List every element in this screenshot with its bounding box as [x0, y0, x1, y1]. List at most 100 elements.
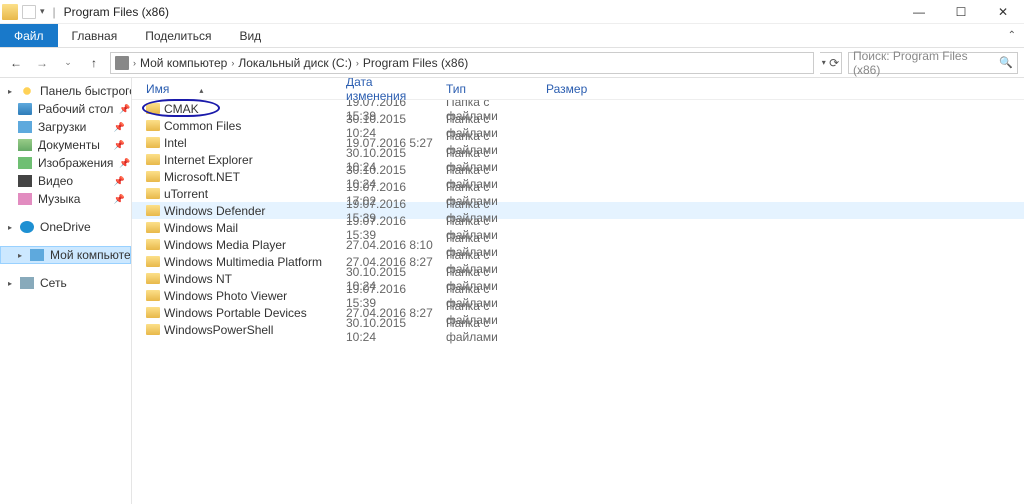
ribbon-tabs: Файл Главная Поделиться Вид ⌃ [0, 24, 1024, 48]
pin-icon: 📌 [114, 194, 125, 205]
search-placeholder: Поиск: Program Files (x86) [853, 49, 995, 77]
folder-icon [18, 139, 32, 151]
table-row[interactable]: Windows Media Player27.04.2016 8:10Папка… [132, 236, 1024, 253]
app-folder-icon [2, 4, 18, 20]
column-type[interactable]: Тип [440, 82, 540, 96]
forward-button[interactable]: → [32, 53, 52, 73]
tab-share[interactable]: Поделиться [131, 24, 225, 47]
file-name: WindowsPowerShell [164, 323, 273, 337]
table-row[interactable]: Windows Multimedia Platform27.04.2016 8:… [132, 253, 1024, 270]
sidebar-item-label: Музыка [38, 192, 80, 206]
column-name[interactable]: Имя▴ [140, 82, 340, 96]
search-input[interactable]: Поиск: Program Files (x86) 🔍 [848, 52, 1018, 74]
sidebar-item-label: Загрузки [38, 120, 86, 134]
table-row[interactable]: Common Files30.10.2015 10:24Папка с файл… [132, 117, 1024, 134]
back-button[interactable]: ← [6, 53, 26, 73]
folder-icon [18, 175, 32, 187]
file-name: Windows Media Player [164, 238, 286, 252]
breadcrumb[interactable]: › Мой компьютер › Локальный диск (C:) › … [110, 52, 814, 74]
table-row[interactable]: CMAK19.07.2016 15:39Папка с файлами [132, 100, 1024, 117]
sidebar-onedrive[interactable]: OneDrive [0, 218, 131, 236]
maximize-button[interactable]: ☐ [940, 0, 982, 24]
refresh-button[interactable]: ▾ ⟳ [820, 52, 842, 74]
table-row[interactable]: Internet Explorer30.10.2015 10:24Папка с… [132, 151, 1024, 168]
chevron-icon[interactable]: › [231, 58, 234, 68]
minimize-button[interactable]: — [898, 0, 940, 24]
history-dropdown[interactable]: ⌄ [58, 53, 78, 73]
file-list-pane: Имя▴ Дата изменения Тип Размер CMAK19.07… [132, 78, 1024, 504]
table-row[interactable]: Windows Photo Viewer19.07.2016 15:39Папк… [132, 287, 1024, 304]
chevron-icon[interactable]: › [133, 58, 136, 68]
search-icon[interactable]: 🔍 [999, 56, 1013, 69]
file-name: uTorrent [164, 187, 208, 201]
folder-icon [146, 154, 160, 165]
folder-icon [18, 193, 32, 205]
pin-icon: 📌 [114, 176, 125, 187]
sidebar-item-label: Изображения [38, 156, 113, 170]
collapse-ribbon-icon[interactable]: ⌃ [1008, 30, 1016, 41]
navigation-bar: ← → ⌄ ↑ › Мой компьютер › Локальный диск… [0, 48, 1024, 78]
file-name: Intel [164, 136, 187, 150]
network-icon [20, 277, 34, 289]
table-row[interactable]: WindowsPowerShell30.10.2015 10:24Папка с… [132, 321, 1024, 338]
chevron-icon[interactable]: › [356, 58, 359, 68]
tab-home[interactable]: Главная [58, 24, 132, 47]
star-icon [20, 85, 34, 97]
folder-icon [146, 188, 160, 199]
folder-icon [146, 137, 160, 148]
sidebar-item[interactable]: Видео 📌 [0, 172, 131, 190]
table-row[interactable]: Windows Mail19.07.2016 15:39Папка с файл… [132, 219, 1024, 236]
sidebar-item[interactable]: Рабочий стол 📌 [0, 100, 131, 118]
navigation-pane[interactable]: Панель быстрого до Рабочий стол 📌Загрузк… [0, 78, 132, 504]
file-rows[interactable]: CMAK19.07.2016 15:39Папка с файламиCommo… [132, 100, 1024, 504]
table-row[interactable]: Windows Defender19.07.2016 15:39Папка с … [132, 202, 1024, 219]
column-size[interactable]: Размер [540, 82, 620, 96]
sidebar-this-pc[interactable]: Мой компьютер [0, 246, 131, 264]
column-date[interactable]: Дата изменения [340, 78, 440, 103]
sidebar-network[interactable]: Сеть [0, 274, 131, 292]
breadcrumb-segment[interactable]: Локальный диск (C:) [238, 56, 352, 70]
sidebar-item[interactable]: Загрузки 📌 [0, 118, 131, 136]
table-row[interactable]: Microsoft.NET30.10.2015 10:24Папка с фай… [132, 168, 1024, 185]
folder-icon [146, 307, 160, 318]
file-name: Common Files [164, 119, 241, 133]
sidebar-item[interactable]: Документы 📌 [0, 136, 131, 154]
folder-icon [146, 171, 160, 182]
file-name: Windows Photo Viewer [164, 289, 287, 303]
breadcrumb-segment[interactable]: Program Files (x86) [363, 56, 468, 70]
table-row[interactable]: uTorrent19.07.2016 17:02Папка с файлами [132, 185, 1024, 202]
tab-view[interactable]: Вид [225, 24, 275, 47]
breadcrumb-segment[interactable]: Мой компьютер [140, 56, 227, 70]
file-name: Microsoft.NET [164, 170, 240, 184]
sidebar-quick-access[interactable]: Панель быстрого до [0, 82, 131, 100]
folder-icon [146, 103, 160, 114]
folder-icon [18, 121, 32, 133]
up-button[interactable]: ↑ [84, 53, 104, 73]
folder-icon [146, 324, 160, 335]
file-date: 27.04.2016 8:10 [340, 238, 440, 252]
sidebar-item-label: Видео [38, 174, 73, 188]
sidebar-item-label: Рабочий стол [38, 102, 113, 116]
pin-icon: 📌 [114, 140, 125, 151]
table-row[interactable]: Windows Portable Devices27.04.2016 8:27П… [132, 304, 1024, 321]
file-date: 30.10.2015 10:24 [340, 316, 440, 344]
table-row[interactable]: Intel19.07.2016 5:27Папка с файлами [132, 134, 1024, 151]
file-name: Internet Explorer [164, 153, 253, 167]
qat-dropdown-icon[interactable]: ▾ [40, 6, 45, 17]
pin-icon: 📌 [114, 122, 125, 133]
tab-file[interactable]: Файл [0, 24, 58, 47]
file-name: Windows Mail [164, 221, 238, 235]
sidebar-item[interactable]: Музыка 📌 [0, 190, 131, 208]
close-button[interactable]: ✕ [982, 0, 1024, 24]
folder-icon [146, 256, 160, 267]
pc-icon [115, 56, 129, 70]
folder-icon [146, 205, 160, 216]
sidebar-item[interactable]: Изображения 📌 [0, 154, 131, 172]
folder-icon [146, 290, 160, 301]
table-row[interactable]: Windows NT30.10.2015 10:24Папка с файлам… [132, 270, 1024, 287]
file-name: Windows Portable Devices [164, 306, 307, 320]
quick-access-icon[interactable] [22, 5, 36, 19]
folder-icon [146, 273, 160, 284]
cloud-icon [20, 221, 34, 233]
window-title: Program Files (x86) [64, 5, 169, 19]
